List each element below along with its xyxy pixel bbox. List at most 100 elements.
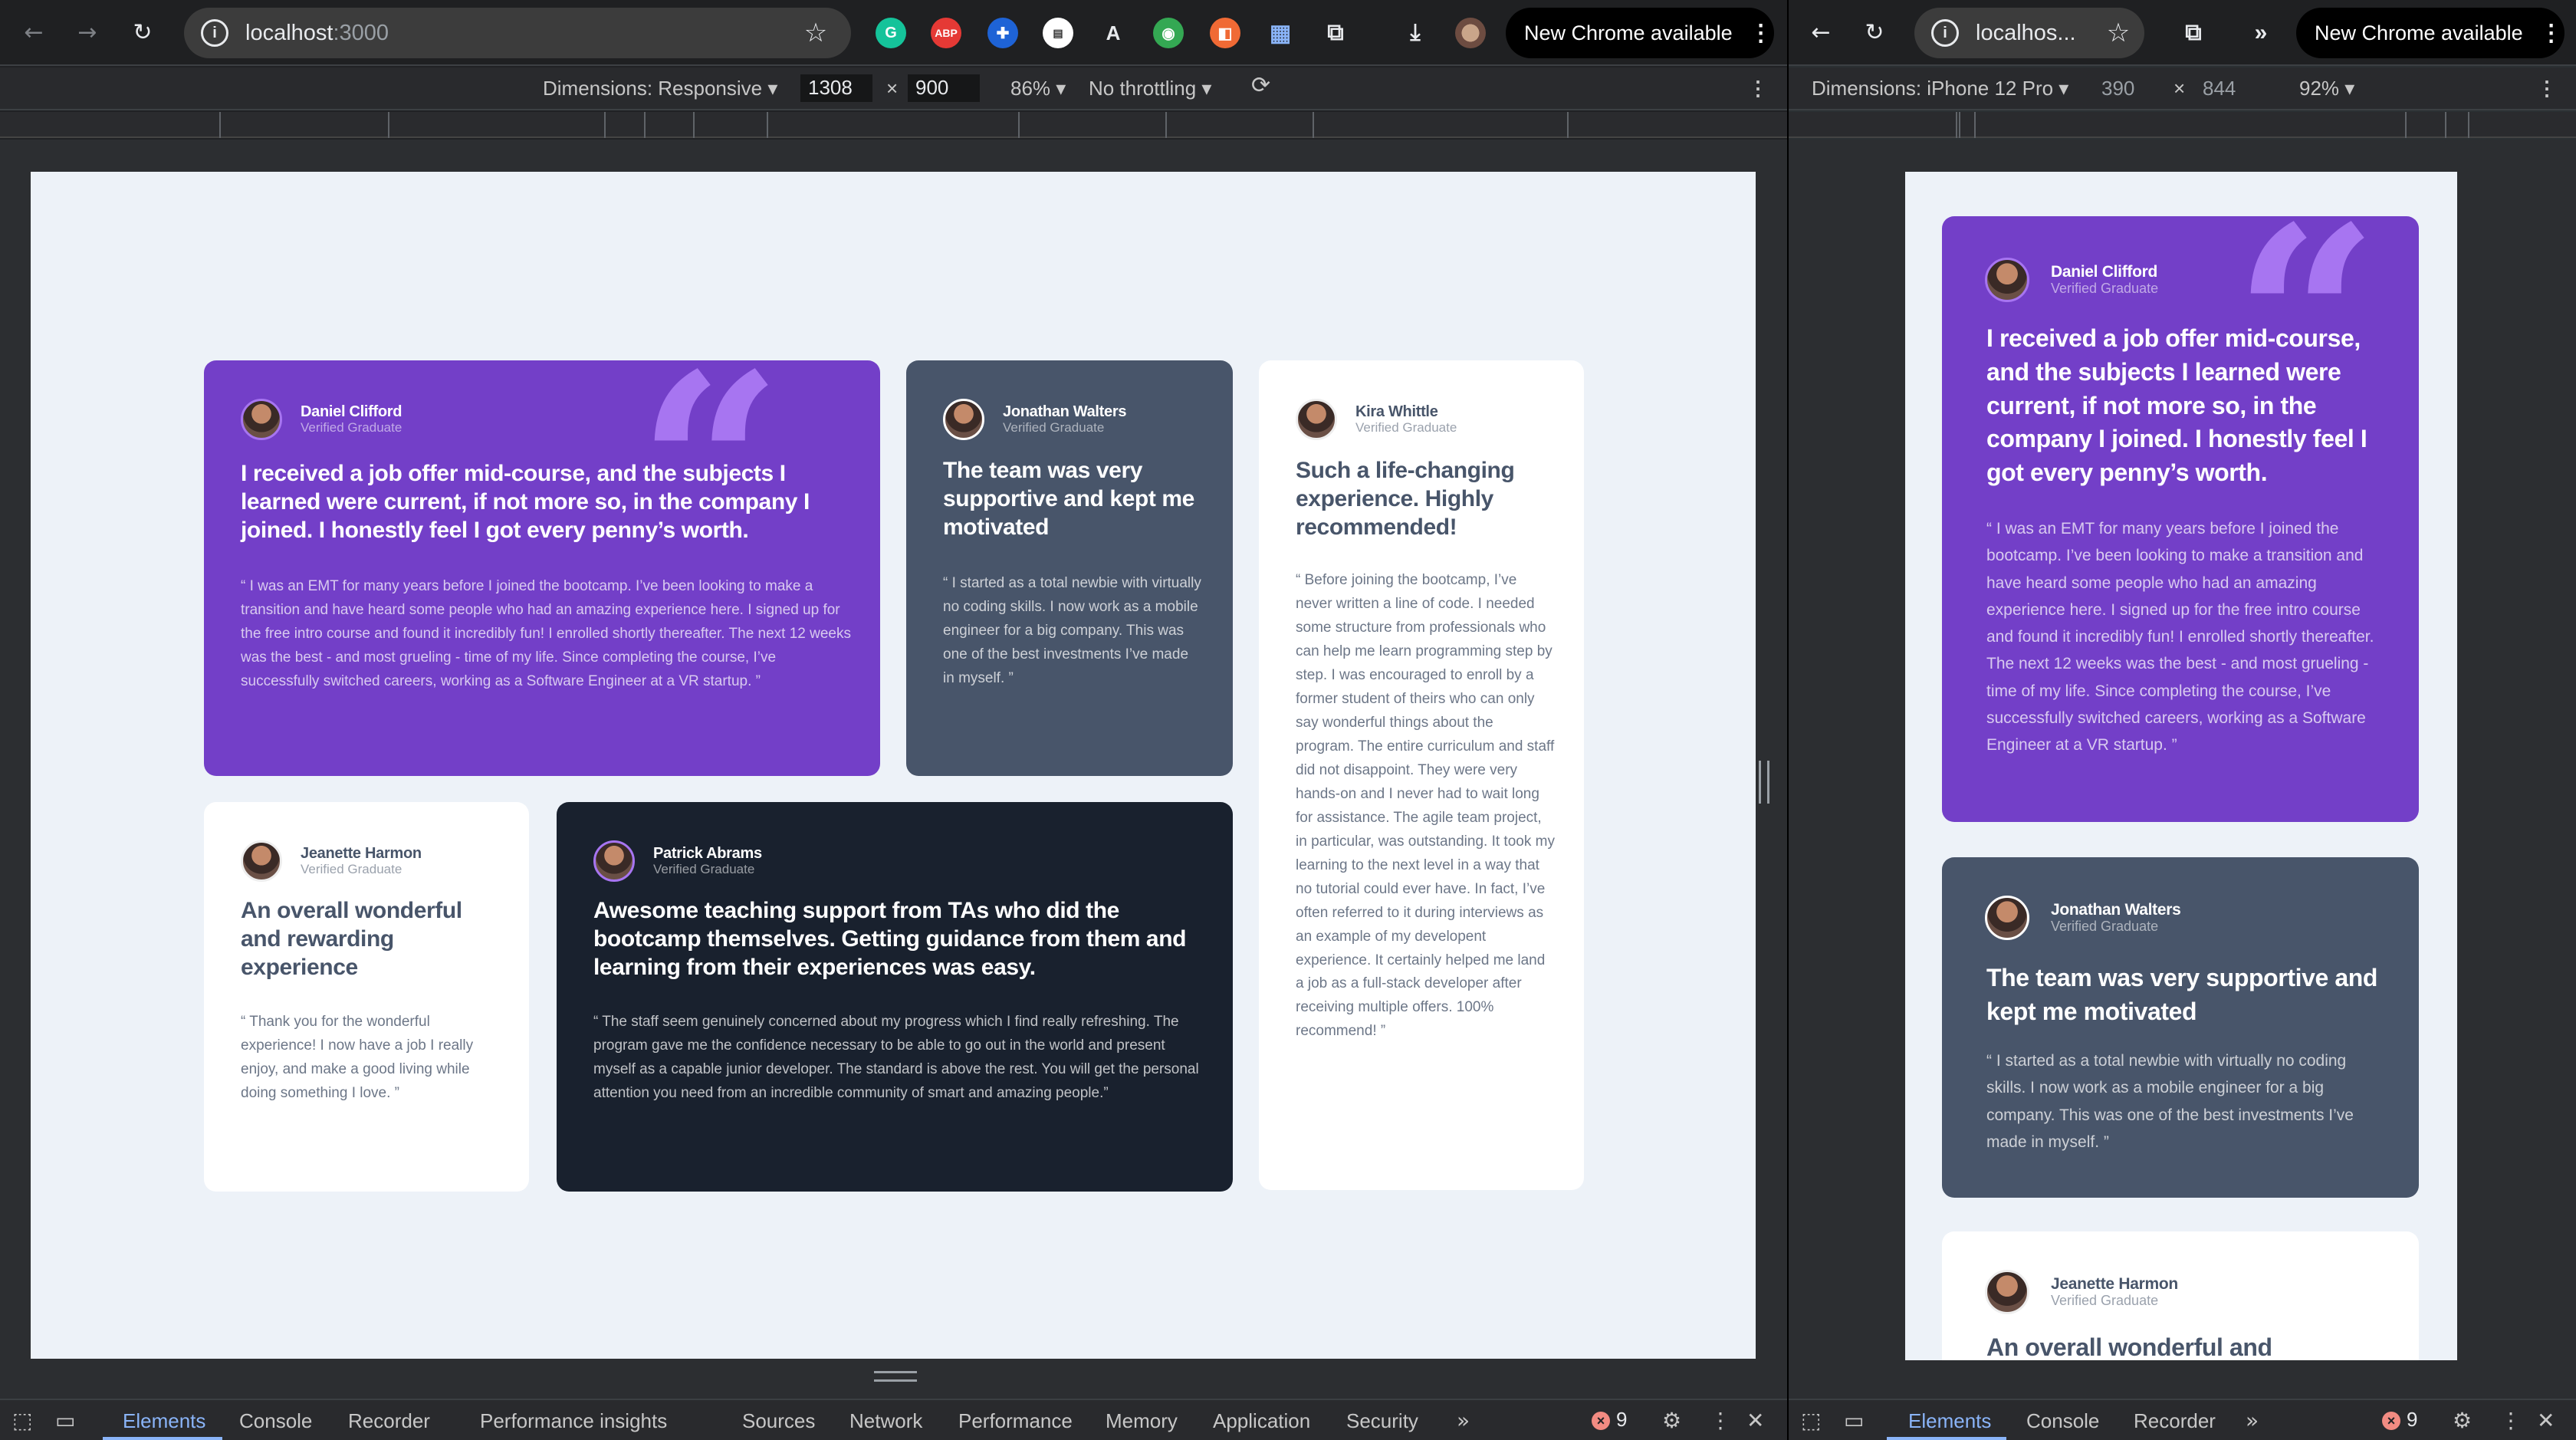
width-input[interactable]: 390 bbox=[2101, 77, 2134, 100]
tab-recorder[interactable]: Recorder bbox=[2134, 1409, 2216, 1433]
close-devtools-icon[interactable]: ✕ bbox=[1746, 1408, 1764, 1433]
adblock-extension-icon[interactable]: ABP bbox=[931, 18, 961, 48]
menu-dots-icon[interactable]: ⋮ bbox=[1750, 20, 1773, 47]
tab-sources[interactable]: Sources bbox=[742, 1409, 815, 1433]
testimonial-card-daniel: “ Daniel Clifford Verified Graduate I re… bbox=[204, 360, 880, 776]
width-input[interactable]: 1308 bbox=[800, 74, 872, 102]
testimonial-card-kira: Kira Whittle Verified Graduate Such a li… bbox=[1259, 360, 1584, 1190]
page-extension-icon[interactable]: ▤ bbox=[1043, 18, 1073, 48]
back-icon[interactable]: ← bbox=[15, 14, 52, 51]
inspect-element-icon[interactable]: ⬚ bbox=[1801, 1408, 1821, 1433]
tab-security[interactable]: Security bbox=[1346, 1409, 1418, 1433]
dimensions-select[interactable]: Dimensions: iPhone 12 Pro ▾ bbox=[1812, 77, 2068, 100]
height-input[interactable]: 844 bbox=[2203, 77, 2236, 100]
author-name: Daniel Clifford bbox=[2051, 262, 2158, 281]
tab-performance[interactable]: Performance bbox=[958, 1409, 1073, 1433]
update-chrome-button[interactable]: New Chrome available ⋮ bbox=[2296, 8, 2564, 58]
author-role: Verified Graduate bbox=[653, 861, 755, 876]
orange-extension-icon[interactable]: ◧ bbox=[1210, 18, 1240, 48]
testimonial-card-daniel: “ Daniel Clifford Verified Graduate I re… bbox=[1942, 216, 2419, 822]
text-extension-icon[interactable]: A bbox=[1098, 18, 1129, 48]
zoom-select[interactable]: 92% ▾ bbox=[2299, 77, 2354, 100]
toolbar: ← → ↻ i localhost:3000 ☆ G ABP ✚ ▤ A ◉ ◧… bbox=[0, 0, 1787, 66]
reload-icon[interactable]: ↻ bbox=[124, 14, 161, 51]
testimonial-headline: The team was very supportive and kept me… bbox=[1986, 964, 2378, 1025]
extensions-icon[interactable]: ⧉ bbox=[1320, 18, 1351, 48]
testimonial-headline: I received a job offer mid-course, and t… bbox=[1986, 324, 2367, 487]
more-tabs-icon[interactable]: » bbox=[2246, 1408, 2259, 1433]
more-extensions-icon[interactable]: » bbox=[2246, 18, 2276, 48]
close-devtools-icon[interactable]: ✕ bbox=[2537, 1408, 2555, 1433]
mobile-page-canvas: “ Daniel Clifford Verified Graduate I re… bbox=[1905, 172, 2457, 1360]
tab-elements[interactable]: Elements bbox=[123, 1409, 205, 1433]
bookmark-star-icon[interactable]: ☆ bbox=[800, 18, 831, 48]
site-info-icon[interactable]: i bbox=[1931, 19, 1959, 47]
update-chrome-button[interactable]: New Chrome available ⋮ bbox=[1506, 8, 1774, 58]
testimonial-headline-partial: An overall wonderful and bbox=[1986, 1333, 2272, 1360]
devtools-menu-icon[interactable]: ⋮ bbox=[1710, 1408, 1731, 1433]
tab-network[interactable]: Network bbox=[849, 1409, 922, 1433]
profile-avatar[interactable] bbox=[1455, 18, 1486, 48]
avatar bbox=[593, 840, 635, 882]
download-icon[interactable]: ⤓ bbox=[1400, 18, 1431, 48]
avatar bbox=[1985, 1270, 2029, 1314]
browser-window-left: ← → ↻ i localhost:3000 ☆ G ABP ✚ ▤ A ◉ ◧… bbox=[0, 0, 1787, 1440]
url-text: localhos... bbox=[1976, 20, 2076, 45]
grid-extension-icon[interactable]: ▦ bbox=[1265, 18, 1296, 48]
error-count-badge[interactable]: × 9 bbox=[2382, 1408, 2417, 1432]
menu-dots-icon[interactable]: ⋮ bbox=[2540, 20, 2563, 47]
testimonial-headline: The team was very supportive and kept me… bbox=[943, 458, 1194, 540]
device-more-icon[interactable]: ⋮ bbox=[1748, 77, 1768, 100]
site-info-icon[interactable]: i bbox=[201, 19, 228, 47]
tab-console[interactable]: Console bbox=[2026, 1409, 2099, 1433]
zoom-select[interactable]: 86% ▾ bbox=[1010, 77, 1066, 100]
address-bar[interactable]: i localhos... ☆ bbox=[1914, 8, 2144, 58]
tab-memory[interactable]: Memory bbox=[1106, 1409, 1178, 1433]
reload-icon[interactable]: ↻ bbox=[1856, 14, 1893, 51]
forward-icon[interactable]: → bbox=[69, 14, 106, 51]
dimensions-select[interactable]: Dimensions: Responsive ▾ bbox=[543, 77, 777, 100]
testimonial-headline: An overall wonderful and rewarding exper… bbox=[241, 898, 462, 980]
inspect-element-icon[interactable]: ⬚ bbox=[12, 1408, 32, 1433]
device-more-icon[interactable]: ⋮ bbox=[2537, 77, 2557, 100]
tab-elements[interactable]: Elements bbox=[1908, 1409, 1991, 1433]
card-header: Jeanette Harmon Verified Graduate bbox=[241, 840, 422, 882]
author-role: Verified Graduate bbox=[301, 419, 402, 435]
tab-recorder[interactable]: Recorder bbox=[348, 1409, 430, 1433]
device-toggle-icon[interactable]: ▭ bbox=[55, 1408, 75, 1433]
throttling-select[interactable]: No throttling ▾ bbox=[1089, 77, 1211, 100]
tab-application[interactable]: Application bbox=[1213, 1409, 1310, 1433]
devtools-menu-icon[interactable]: ⋮ bbox=[2500, 1408, 2522, 1433]
height-input[interactable]: 900 bbox=[908, 74, 980, 102]
media-query-ruler bbox=[0, 112, 1787, 138]
settings-gear-icon[interactable]: ⚙ bbox=[1662, 1408, 1681, 1433]
extensions-icon[interactable]: ⧉ bbox=[2178, 18, 2209, 48]
avatar bbox=[1985, 258, 2029, 302]
tab-console[interactable]: Console bbox=[239, 1409, 312, 1433]
resize-handle-right[interactable] bbox=[1759, 761, 1769, 804]
back-icon[interactable]: ← bbox=[1802, 14, 1839, 51]
device-toggle-icon[interactable]: ▭ bbox=[1844, 1408, 1864, 1433]
resize-handle-bottom[interactable] bbox=[874, 1371, 917, 1382]
card-header: Kira Whittle Verified Graduate bbox=[1296, 399, 1457, 440]
grammarly-extension-icon[interactable]: G bbox=[876, 18, 906, 48]
author-name: Jeanette Harmon bbox=[301, 844, 422, 862]
testimonial-card-jeanette: Jeanette Harmon Verified Graduate An ove… bbox=[204, 802, 529, 1192]
author-role: Verified Graduate bbox=[2051, 280, 2159, 296]
tab-performance-insights[interactable]: Performance insights bbox=[480, 1409, 667, 1433]
card-header: Jeanette Harmon Verified Graduate bbox=[1985, 1270, 2178, 1314]
screen: ← → ↻ i localhost:3000 ☆ G ABP ✚ ▤ A ◉ ◧… bbox=[0, 0, 2576, 1440]
card-header: Patrick Abrams Verified Graduate bbox=[593, 840, 762, 882]
bookmark-star-icon[interactable]: ☆ bbox=[2103, 18, 2134, 48]
android-extension-icon[interactable]: ◉ bbox=[1153, 18, 1184, 48]
error-count-badge[interactable]: × 9 bbox=[1592, 1408, 1627, 1432]
author-name: Patrick Abrams bbox=[653, 844, 762, 862]
puzzle-blue-extension-icon[interactable]: ✚ bbox=[987, 18, 1018, 48]
settings-gear-icon[interactable]: ⚙ bbox=[2453, 1408, 2472, 1433]
rotate-icon[interactable]: ⟳ bbox=[1251, 72, 1270, 99]
more-tabs-icon[interactable]: » bbox=[1457, 1408, 1470, 1433]
viewport-area: “ Daniel Clifford Verified Graduate I re… bbox=[1789, 140, 2576, 1399]
author-role: Verified Graduate bbox=[2051, 1292, 2159, 1308]
address-bar[interactable]: i localhost:3000 ☆ bbox=[184, 8, 851, 58]
card-header: Daniel Clifford Verified Graduate bbox=[1985, 258, 2158, 302]
